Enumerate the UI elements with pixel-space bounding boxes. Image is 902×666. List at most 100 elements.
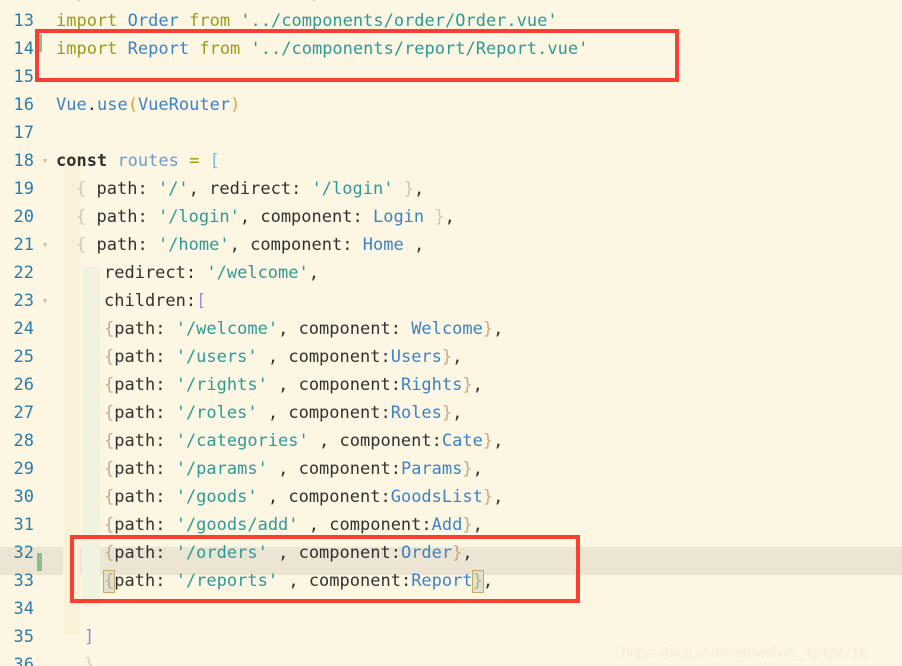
code-line-30[interactable]: {path: '/goods' , component:GoodsList}, bbox=[104, 483, 503, 511]
token-prop-path: path bbox=[114, 403, 156, 423]
token-prop-component: component bbox=[308, 571, 401, 591]
token-brace-close: } bbox=[482, 431, 494, 451]
code-line-36[interactable]: } bbox=[84, 651, 94, 666]
token-str-users: '/users' bbox=[175, 347, 258, 367]
token-brace-open: { bbox=[76, 207, 87, 227]
token-prop-path: path bbox=[114, 515, 156, 535]
token-brace-close: } bbox=[482, 487, 494, 507]
code-line-27[interactable]: {path: '/roles' , component:Roles}, bbox=[104, 399, 462, 427]
token-const: const bbox=[56, 151, 108, 171]
token-colon: : bbox=[155, 571, 166, 591]
fold-arrow-line-23[interactable]: ▾ bbox=[40, 287, 50, 315]
token-use: use bbox=[96, 95, 128, 115]
token-comma: , bbox=[472, 375, 483, 395]
code-line-18[interactable]: const routes = [ bbox=[56, 147, 220, 175]
token-brace-close: } bbox=[462, 515, 473, 535]
token-brace-close: } bbox=[403, 179, 414, 199]
token-paren-close: ) bbox=[230, 95, 241, 115]
code-line-22[interactable]: redirect: '/welcome', bbox=[104, 259, 319, 287]
code-line-16[interactable]: Vue.use(VueRouter) bbox=[56, 91, 240, 119]
line-number: 31 bbox=[13, 515, 34, 535]
token-routes: routes bbox=[117, 151, 179, 171]
token-prop-path: path bbox=[114, 543, 156, 563]
code-line-21[interactable]: { path: '/home', component: Home , bbox=[76, 231, 424, 259]
token-prop-path: path bbox=[96, 235, 138, 255]
line-number: 29 bbox=[13, 459, 34, 479]
token-comp-report: Report bbox=[411, 571, 473, 591]
token-colon: : bbox=[390, 543, 401, 563]
line-number: 34 bbox=[13, 599, 34, 619]
code-line-35[interactable]: ] bbox=[84, 623, 94, 651]
token-prop-component: component bbox=[298, 319, 391, 339]
token-prop-component: component bbox=[298, 375, 391, 395]
token-colon: : bbox=[185, 263, 197, 283]
token-import: import bbox=[56, 0, 117, 2]
token-colon: : bbox=[291, 179, 302, 199]
token-prop-component: component bbox=[260, 207, 353, 227]
token-colon: : bbox=[155, 543, 166, 563]
token-comma: , bbox=[472, 515, 483, 535]
token-prop-path: path bbox=[96, 207, 138, 227]
token-prop-path: path bbox=[114, 319, 156, 339]
token-comma: , bbox=[267, 347, 279, 367]
indent-guide-level-2 bbox=[82, 267, 100, 607]
line-number: 32 bbox=[13, 543, 34, 563]
code-line-32[interactable]: {path: '/orders' , component:Order}, bbox=[104, 539, 473, 567]
token-brace-close: } bbox=[84, 655, 95, 666]
token-colon: : bbox=[390, 375, 401, 395]
code-line-28[interactable]: {path: '/categories' , component:Cate}, bbox=[104, 427, 503, 455]
token-report-ident: Report bbox=[127, 39, 190, 59]
token-prop-path: path bbox=[114, 375, 156, 395]
line-number: 19 bbox=[13, 179, 34, 199]
token-prop-path: path bbox=[114, 571, 156, 591]
code-line-29[interactable]: {path: '/params' , component:Params}, bbox=[104, 455, 483, 483]
token-colon: : bbox=[155, 459, 166, 479]
fold-arrow-line-18[interactable]: ▾ bbox=[40, 147, 50, 175]
token-brace-open: { bbox=[104, 543, 115, 563]
token-prop-component: component bbox=[298, 543, 391, 563]
code-line-20[interactable]: { path: '/login', component: Login }, bbox=[76, 203, 455, 231]
code-line-13[interactable]: import Order from '../components/order/O… bbox=[56, 7, 558, 35]
token-comma: , bbox=[493, 431, 504, 451]
line-number: 20 bbox=[13, 207, 34, 227]
token-colon: : bbox=[352, 207, 363, 227]
token-prop-path: path bbox=[114, 459, 156, 479]
line-number: 14 bbox=[13, 39, 34, 59]
code-line-24[interactable]: {path: '/welcome', component: Welcome}, bbox=[104, 315, 503, 343]
line-number: 30 bbox=[13, 487, 34, 507]
token-prop-component: component bbox=[339, 431, 432, 451]
token-prop-children: children bbox=[104, 291, 186, 311]
code-line-25[interactable]: {path: '/users' , component:Users}, bbox=[104, 343, 462, 371]
token-str-params: '/params' bbox=[175, 459, 268, 479]
token-brace-open: { bbox=[76, 235, 87, 255]
code-line-19[interactable]: { path: '/', redirect: '/login' }, bbox=[76, 175, 424, 203]
token-brace-open: { bbox=[104, 459, 115, 479]
token-prop-path: path bbox=[114, 487, 156, 507]
code-line-33[interactable]: {path: '/reports' , component:Report}, bbox=[103, 567, 493, 595]
token-colon: : bbox=[185, 291, 197, 311]
token-comma: , bbox=[239, 207, 251, 227]
token-comma: , bbox=[229, 235, 240, 255]
token-order-path: '../components/order/Order.vue' bbox=[240, 0, 557, 2]
code-editor[interactable]: import Order from '../components/order/O… bbox=[0, 0, 902, 666]
code-line-26[interactable]: {path: '/rights' , component:Rights}, bbox=[104, 371, 483, 399]
token-comma: , bbox=[493, 487, 504, 507]
token-brace-open: { bbox=[104, 487, 115, 507]
token-comma: , bbox=[278, 319, 289, 339]
token-prop-component: component bbox=[288, 347, 381, 367]
code-line-23[interactable]: children:[ bbox=[104, 287, 206, 315]
token-str-rights: '/rights' bbox=[175, 375, 268, 395]
line-number: 25 bbox=[13, 347, 34, 367]
line-number: 23 bbox=[13, 291, 34, 311]
line-number: 13 bbox=[13, 11, 34, 31]
token-comma: , bbox=[278, 459, 289, 479]
code-line-14[interactable]: import Report from '../components/report… bbox=[56, 35, 588, 63]
token-vue: Vue bbox=[56, 95, 87, 115]
code-line-31[interactable]: {path: '/goods/add' , component:Add}, bbox=[104, 511, 483, 539]
token-colon: : bbox=[137, 235, 148, 255]
fold-arrow-line-21[interactable]: ▾ bbox=[40, 231, 50, 259]
token-colon: : bbox=[421, 515, 432, 535]
token-brace-open: { bbox=[104, 375, 115, 395]
token-import: import bbox=[56, 39, 118, 59]
token-str-roles: '/roles' bbox=[175, 403, 258, 423]
